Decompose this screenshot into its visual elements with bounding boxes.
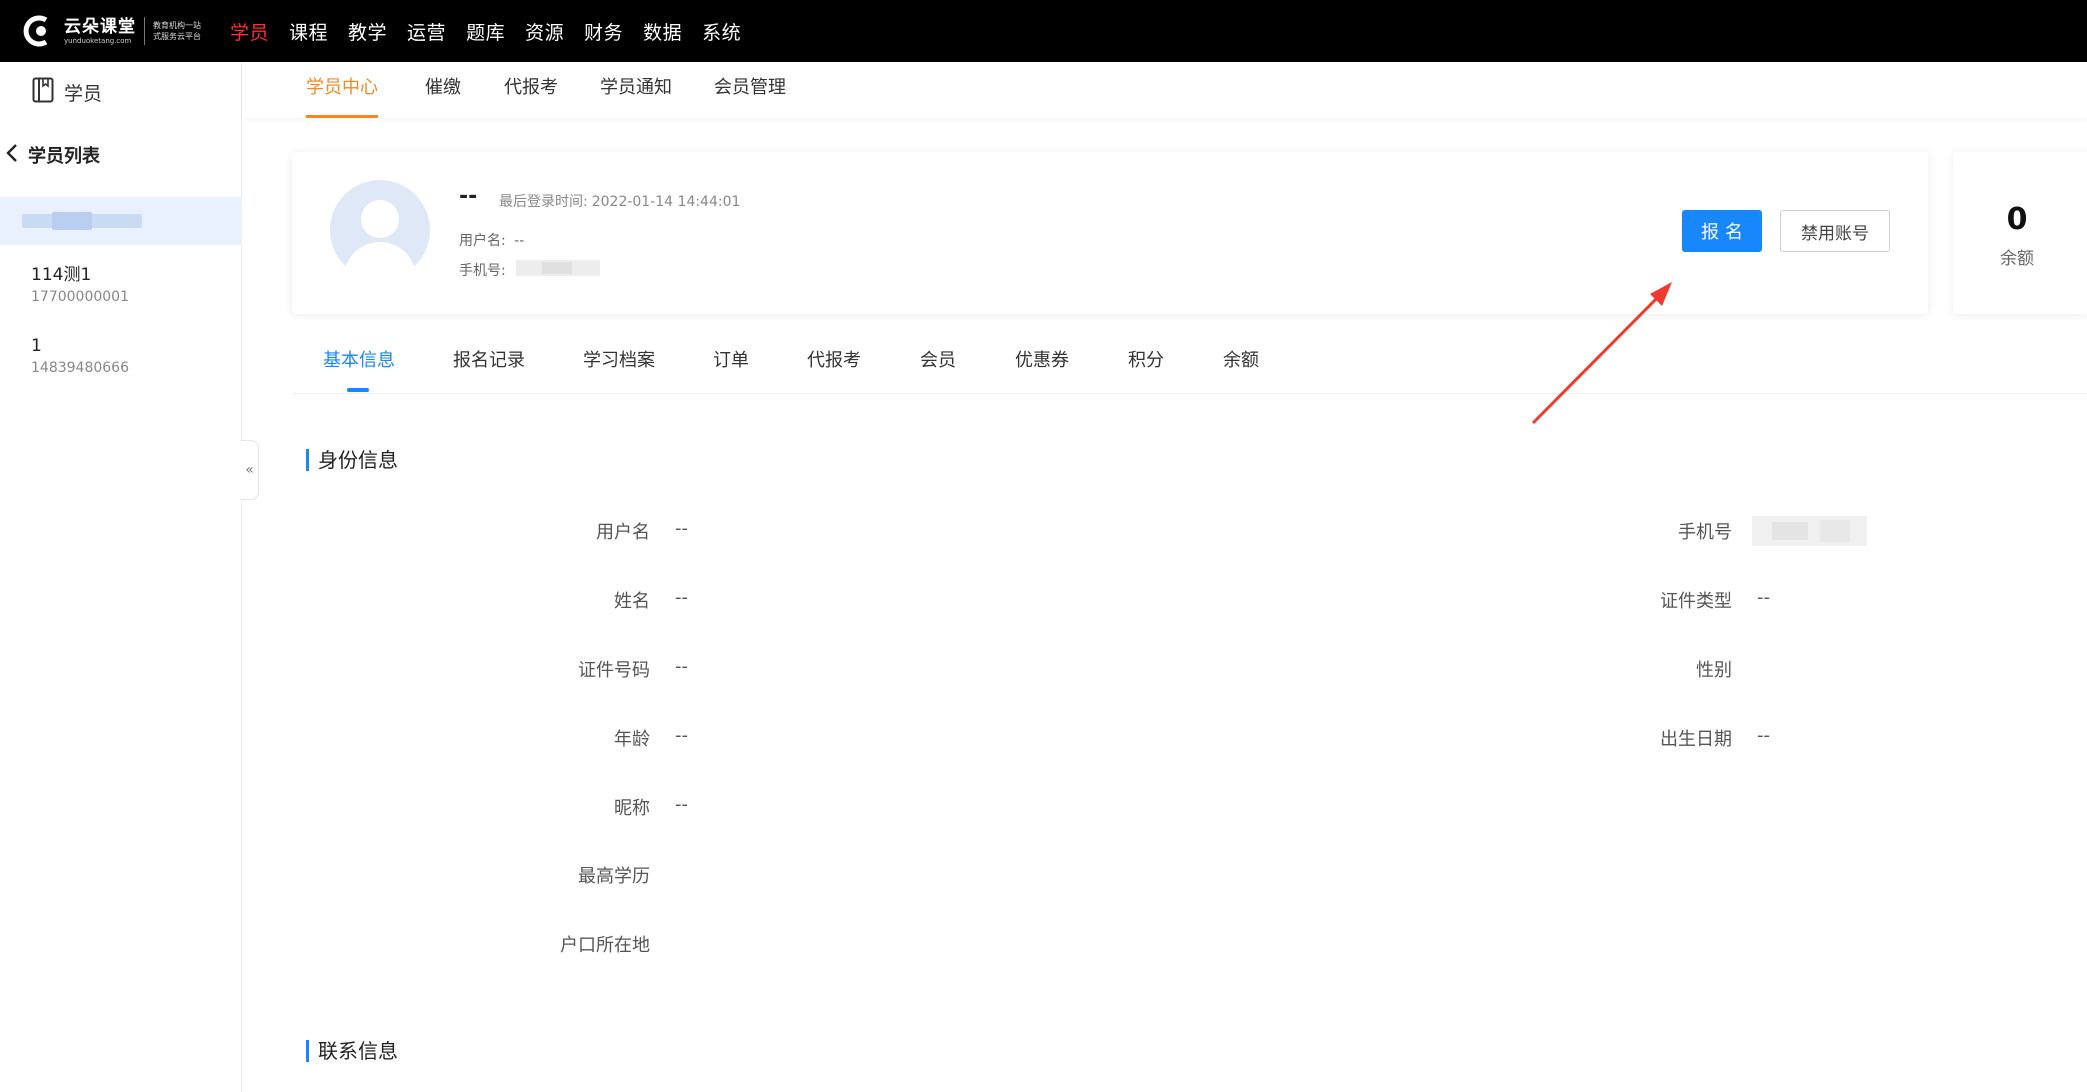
avatar-body-shape — [344, 242, 416, 280]
sub-navigation: 学员中心 催缴 代报考 学员通知 会员管理 — [242, 62, 2087, 118]
field-label-name: 姓名 — [614, 591, 650, 612]
tab-coupons[interactable]: 优惠券 — [1015, 346, 1069, 372]
avatar — [330, 180, 430, 280]
cloud-logo-icon — [22, 12, 60, 50]
tab-enrollment-records[interactable]: 报名记录 — [453, 346, 525, 372]
brand-slogan-line1: 教育机构一站 — [153, 21, 201, 30]
field-label-id-number: 证件号码 — [578, 660, 650, 681]
nav-finance[interactable]: 财务 — [584, 18, 623, 45]
top-navigation-bar: 云朵课堂 yunduoketang.com 教育机构一站 式服务云平台 学员 课… — [0, 0, 2087, 62]
tab-learning-archive[interactable]: 学习档案 — [583, 346, 655, 372]
list-item[interactable]: 1 14839480666 — [0, 323, 242, 394]
section-contact-title: 联系信息 — [306, 1040, 398, 1062]
subnav-exam-registration[interactable]: 代报考 — [504, 62, 558, 118]
username-label: 用户名: — [459, 233, 506, 249]
profile-tabs: 基本信息 报名记录 学习档案 订单 代报考 会员 优惠券 积分 余额 — [292, 332, 2087, 394]
brand-slogan-line2: 式服务云平台 — [153, 32, 201, 41]
logo-divider — [144, 17, 145, 45]
tab-membership[interactable]: 会员 — [920, 346, 956, 372]
phone-label: 手机号: — [459, 263, 506, 279]
sidebar-header: 学员 — [32, 76, 102, 108]
field-label-household-registration: 户口所在地 — [560, 935, 650, 956]
last-login-time: 2022-01-14 14:44:01 — [591, 194, 741, 210]
book-icon — [32, 77, 54, 107]
redacted-phone-number-segment — [1820, 520, 1850, 542]
sidebar: 学员 学员列表 114测1 17700000001 1 14839480666 — [0, 62, 242, 1092]
redacted-phone-segment — [542, 262, 572, 274]
nav-resources[interactable]: 资源 — [525, 18, 564, 45]
tab-basic-info[interactable]: 基本信息 — [323, 346, 395, 372]
field-value-name: -- — [675, 587, 688, 608]
field-label-id-type: 证件类型 — [1660, 591, 1732, 612]
list-item[interactable]: 114测1 17700000001 — [0, 252, 242, 323]
field-label-education: 最高学历 — [578, 866, 650, 887]
field-label-phone: 手机号 — [1678, 522, 1732, 543]
field-label-gender: 性别 — [1696, 660, 1732, 681]
subnav-student-center[interactable]: 学员中心 — [306, 62, 378, 118]
field-value-username: -- — [675, 518, 688, 539]
main-nav: 学员 课程 教学 运营 题库 资源 财务 数据 系统 — [230, 0, 761, 62]
balance-label: 余额 — [2000, 249, 2034, 269]
field-label-nickname: 昵称 — [614, 798, 650, 819]
nav-data[interactable]: 数据 — [643, 18, 682, 45]
field-label-age: 年龄 — [614, 729, 650, 750]
student-name: 1 — [31, 336, 42, 356]
double-chevron-left-icon: « — [245, 462, 254, 478]
field-value-id-type: -- — [1757, 587, 1770, 608]
nav-courses[interactable]: 课程 — [289, 18, 328, 45]
field-value-age: -- — [675, 725, 688, 746]
student-profile-card: -- 最后登录时间: 2022-01-14 14:44:01 用户名: -- 手机… — [292, 152, 1928, 314]
subnav-payment-reminder[interactable]: 催缴 — [425, 62, 461, 118]
brand-name: 云朵课堂 — [64, 16, 136, 37]
active-tab-indicator — [347, 388, 369, 392]
student-list-title: 学员列表 — [28, 146, 100, 167]
student-phone: 17700000001 — [31, 289, 129, 305]
collapse-sidebar-button[interactable]: « — [241, 440, 259, 500]
subnav-member-management[interactable]: 会员管理 — [714, 62, 786, 118]
student-name: 114测1 — [31, 265, 92, 285]
nav-question-bank[interactable]: 题库 — [466, 18, 505, 45]
profile-username: 用户名: -- — [459, 230, 524, 250]
student-list: 114测1 17700000001 1 14839480666 — [0, 252, 242, 394]
nav-operations[interactable]: 运营 — [407, 18, 446, 45]
field-label-username: 用户名 — [596, 522, 650, 543]
tab-balance[interactable]: 余额 — [1223, 346, 1259, 372]
field-value-id-number: -- — [675, 656, 688, 677]
section-identity-title: 身份信息 — [306, 449, 398, 471]
last-login-label: 最后登录时间: — [499, 194, 588, 210]
enroll-button[interactable]: 报名 — [1682, 210, 1762, 252]
tab-points[interactable]: 积分 — [1128, 346, 1164, 372]
tab-exam-registration[interactable]: 代报考 — [807, 346, 861, 372]
student-phone: 14839480666 — [31, 360, 129, 376]
last-login: 最后登录时间: 2022-01-14 14:44:01 — [499, 191, 740, 211]
field-label-birth-date: 出生日期 — [1660, 729, 1732, 750]
selected-student-item[interactable] — [0, 197, 242, 245]
tab-orders[interactable]: 订单 — [713, 346, 749, 372]
username-value: -- — [514, 233, 525, 249]
student-display-name: -- — [459, 184, 478, 209]
balance-card: 0 余额 — [1953, 152, 2087, 314]
chevron-left-icon — [6, 143, 18, 167]
redacted-name-segment — [52, 212, 92, 230]
nav-teaching[interactable]: 教学 — [348, 18, 387, 45]
nav-students[interactable]: 学员 — [230, 18, 269, 45]
sidebar-title: 学员 — [64, 82, 103, 105]
field-value-nickname: -- — [675, 794, 688, 815]
nav-system[interactable]: 系统 — [702, 18, 741, 45]
subnav-student-notice[interactable]: 学员通知 — [600, 62, 672, 118]
back-to-student-list[interactable]: 学员列表 — [6, 142, 100, 168]
profile-phone: 手机号: — [459, 260, 506, 280]
brand-logo[interactable]: 云朵课堂 yunduoketang.com 教育机构一站 式服务云平台 — [22, 10, 201, 52]
disable-account-button[interactable]: 禁用账号 — [1780, 210, 1890, 252]
brand-url: yunduoketang.com — [64, 36, 132, 45]
avatar-head-shape — [361, 200, 399, 238]
balance-value: 0 — [2006, 202, 2028, 237]
redacted-phone-number-segment — [1772, 522, 1808, 540]
field-value-birth-date: -- — [1757, 725, 1770, 746]
